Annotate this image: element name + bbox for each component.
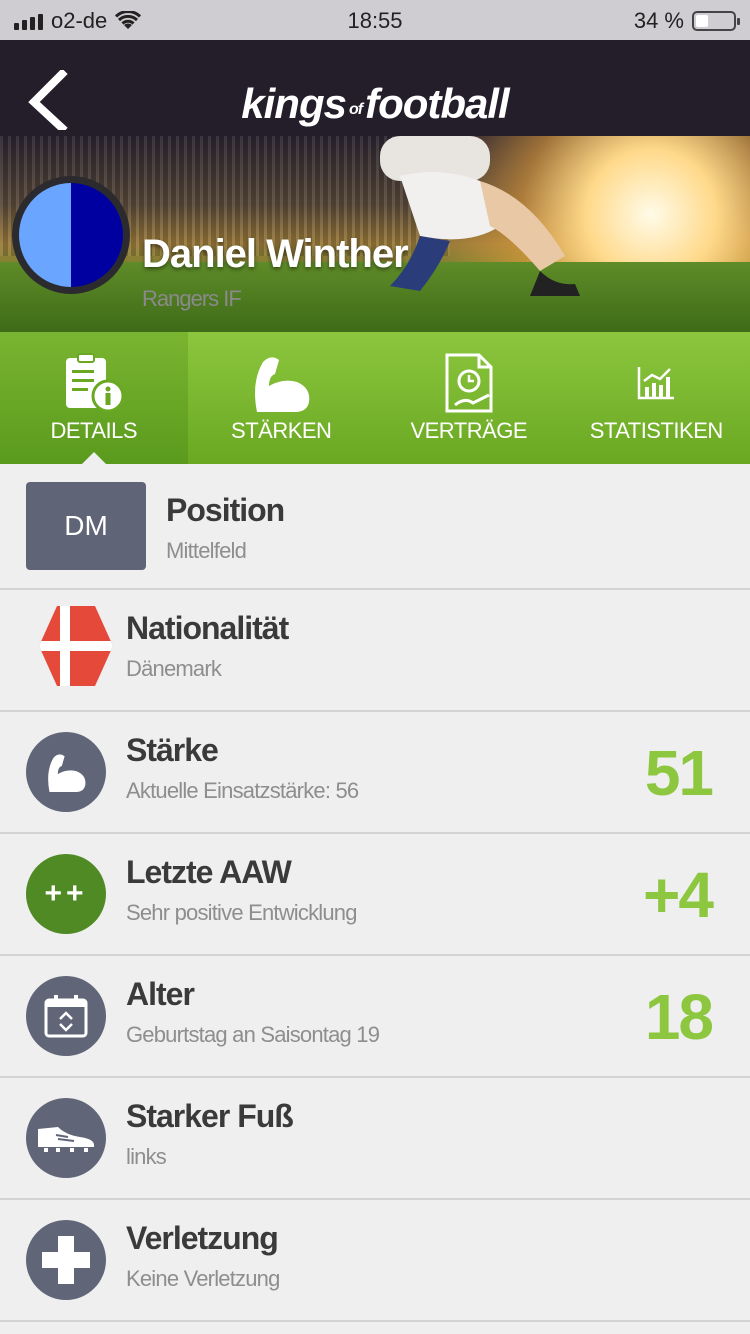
list-item-strength: Stärke Aktuelle Einsatzstärke: 56 51 [0,712,750,834]
club-crest [12,176,130,294]
position-badge: DM [26,482,146,570]
strength-sub: Aktuelle Einsatzstärke: 56 [126,778,359,803]
tab-staerken[interactable]: STÄRKEN [188,332,376,464]
battery-percent: 34 % [633,8,684,33]
age-value: 18 [644,981,714,1053]
battery-info: 34 % [633,8,740,34]
age-title: Alter [126,976,195,1012]
biceps-icon [255,357,310,412]
tab-statistiken[interactable]: STATISTIKEN [563,332,750,464]
battery-icon [692,11,740,31]
denmark-flag-icon [39,606,113,686]
position-value: Mittelfeld [166,538,247,563]
calendar-icon [44,995,88,1038]
tab-staerken-label: STÄRKEN [231,418,332,443]
foot-icon-bg [26,1098,106,1178]
list-item-position: DM Position Mittelfeld [0,464,750,590]
player-club[interactable]: Rangers IF [142,286,242,312]
list-item-foot: Starker Fuß links [0,1078,750,1200]
list-item-aaw: ++ Letzte AAW Sehr positive Entwicklung … [0,834,750,956]
app-logo: kings offootball [241,80,509,127]
injury-title: Verletzung [126,1220,279,1256]
foot-title: Starker Fuß [126,1098,294,1134]
aaw-value: +4 [643,859,714,931]
player-header: Daniel Winther Rangers IF [0,136,750,332]
list-item-injury: Verletzung Keine Verletzung [0,1200,750,1322]
details-icon [65,353,125,413]
signal-icon [14,12,43,30]
injury-value: Keine Verletzung [126,1266,280,1291]
strength-value: 51 [644,737,714,809]
contract-icon [445,353,493,413]
nationality-title: Nationalität [126,610,289,646]
aaw-title: Letzte AAW [126,854,292,890]
foot-value: links [126,1144,167,1169]
list-item-age: Alter Geburtstag an Saisontag 19 18 [0,956,750,1078]
strength-icon-bg [26,732,106,812]
plus-icon [42,1236,90,1284]
player-name: Daniel Winther [142,232,409,276]
age-sub: Geburtstag an Saisontag 19 [126,1022,380,1047]
aaw-icon: ++ [26,854,106,934]
nav-bar: kings offootball [0,40,750,136]
tab-vertraege[interactable]: VERTRÄGE [375,332,563,464]
strength-title: Stärke [126,732,219,768]
biceps-icon [48,754,86,792]
football-boot-icon [38,1127,94,1152]
wifi-icon [115,11,142,29]
nationality-value: Dänemark [126,656,222,681]
position-title: Position [166,492,285,528]
list-item-nationality: Nationalität Dänemark [0,590,750,712]
details-list: DM Position Mittelfeld Nationalität Däne… [0,464,750,1322]
tab-vertraege-label: VERTRÄGE [410,418,528,443]
tab-details-label: DETAILS [50,418,138,443]
age-icon-bg [26,976,106,1056]
tab-statistiken-label: STATISTIKEN [589,418,724,443]
aaw-sub: Sehr positive Entwicklung [126,900,357,925]
injury-icon-bg [26,1220,106,1300]
tab-bar: DETAILS STÄRKEN VERTRÄGE STATISTIKEN [0,332,750,464]
carrier-info: o2-de [14,8,142,34]
carrier-name: o2-de [51,8,108,33]
player-photo [380,136,580,296]
tab-details[interactable]: DETAILS [0,332,188,464]
chart-icon [638,367,675,400]
status-bar: o2-de 18:55 34 % [0,0,750,40]
